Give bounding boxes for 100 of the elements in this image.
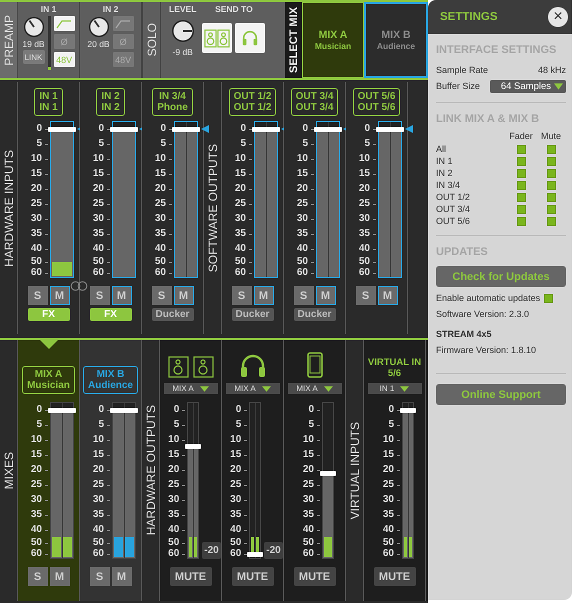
auto-update-checkbox[interactable] — [544, 294, 554, 302]
fader-handle[interactable] — [376, 127, 404, 132]
scale-label: 35 — [289, 226, 316, 241]
fader-handle[interactable] — [48, 408, 76, 413]
fader-link-checkbox[interactable] — [516, 180, 526, 190]
ducker-button[interactable]: Ducker — [294, 308, 336, 321]
send-to-button[interactable] — [235, 23, 266, 53]
fx-button[interactable]: FX — [90, 308, 132, 321]
fader-link-checkbox[interactable] — [516, 192, 526, 202]
fader-handle[interactable] — [185, 444, 202, 449]
scale-label: 0 — [147, 121, 174, 136]
mute-button[interactable]: M — [112, 286, 132, 305]
scale-label: 20 — [160, 462, 188, 477]
source-dropdown[interactable]: MIX A — [288, 383, 342, 394]
mute-button[interactable]: M — [112, 567, 132, 586]
mute-button[interactable]: M — [174, 286, 194, 305]
mute-button[interactable]: M — [50, 286, 70, 305]
scale-label: 40 — [147, 241, 174, 256]
scale-label: 50 — [351, 256, 378, 267]
high-pass-button[interactable] — [54, 16, 75, 31]
mute-button[interactable]: MUTE — [170, 567, 212, 586]
mute-link-checkbox[interactable] — [546, 168, 556, 178]
mute-button[interactable]: MUTE — [374, 567, 416, 586]
check-updates-button[interactable]: Check for Updates — [436, 266, 566, 287]
mix-tab[interactable]: MIX B Audience — [364, 2, 428, 78]
gain-knob-icon[interactable] — [22, 16, 44, 38]
mute-link-checkbox[interactable] — [546, 156, 556, 166]
fader-handle[interactable] — [172, 127, 200, 132]
online-support-button[interactable]: Online Support — [436, 384, 566, 405]
ducker-button[interactable]: Ducker — [232, 308, 274, 321]
mute-link-checkbox[interactable] — [546, 216, 556, 226]
solo-button[interactable]: S — [90, 286, 110, 305]
mix-strip[interactable]: MIX B Audience 0 5 10 15 20 25 30 35 40 50 60 S M — [80, 340, 142, 601]
level-knob-icon[interactable] — [170, 19, 195, 43]
fader-handle[interactable] — [314, 127, 342, 132]
scale-label: 30 — [375, 492, 402, 507]
scale-label: 40 — [23, 241, 50, 256]
mute-button[interactable]: M — [378, 286, 398, 305]
mix-tab[interactable]: MIX A Musician — [302, 2, 364, 78]
fader-link-checkbox[interactable] — [516, 156, 526, 166]
mix-strip[interactable]: MIX A Musician 0 5 10 15 20 25 30 35 40 50 60 S M — [18, 340, 80, 601]
mute-button[interactable]: M — [50, 567, 70, 586]
source-dropdown[interactable]: MIX A — [164, 383, 218, 394]
source-dropdown[interactable]: MIX A — [226, 383, 280, 394]
ducker-button[interactable]: Ducker — [152, 308, 194, 321]
link-button[interactable]: LINK — [22, 50, 44, 64]
phantom-power-button[interactable]: 48V — [54, 52, 75, 67]
mute-button[interactable]: M — [316, 286, 336, 305]
scale-label: 50 — [160, 537, 188, 548]
solo-button[interactable]: S — [28, 286, 48, 305]
scale-label: 50 — [227, 256, 254, 267]
fx-button[interactable]: FX — [28, 308, 70, 321]
scale-label: 60 — [295, 548, 322, 559]
scale-label: 0 — [85, 121, 112, 136]
buffer-size-dropdown[interactable]: 64 Samples — [490, 80, 566, 92]
close-button[interactable]: × — [548, 7, 568, 27]
fader-handle[interactable] — [48, 127, 76, 132]
solo-button[interactable]: S — [28, 567, 48, 586]
fader-handle[interactable] — [252, 127, 280, 132]
solo-button[interactable]: S — [356, 286, 376, 305]
solo-button[interactable]: S — [294, 286, 314, 305]
mute-link-checkbox[interactable] — [546, 192, 556, 202]
scale-label: 0 — [295, 402, 322, 417]
fader-handle[interactable] — [320, 471, 336, 476]
section-label: HARDWARE OUTPUTS — [144, 405, 158, 536]
mute-button[interactable]: MUTE — [232, 567, 274, 586]
fader-link-checkbox[interactable] — [516, 204, 526, 214]
fader-link-checkbox[interactable] — [516, 168, 526, 178]
scale-label: 15 — [351, 166, 378, 181]
scale-label: 30 — [351, 211, 378, 226]
scale-label: 5 — [227, 136, 254, 151]
source-dropdown[interactable]: IN 1 — [368, 383, 422, 394]
scale-label: 15 — [85, 447, 112, 462]
mute-link-checkbox[interactable] — [546, 144, 556, 154]
solo-button[interactable]: S — [232, 286, 252, 305]
fader-link-checkbox[interactable] — [516, 144, 526, 154]
send-to-button[interactable] — [202, 23, 232, 53]
solo-button[interactable]: S — [152, 286, 172, 305]
mute-link-checkbox[interactable] — [546, 204, 556, 214]
mute-button[interactable]: M — [254, 286, 274, 305]
scale-label: 30 — [147, 211, 174, 226]
mute-button[interactable]: MUTE — [294, 567, 336, 586]
caret-icon — [554, 82, 563, 90]
mute-link-checkbox[interactable] — [546, 180, 556, 190]
scale-label: 60 — [375, 548, 402, 559]
fader-handle[interactable] — [110, 408, 138, 413]
channel-title: IN 1 — [40, 4, 56, 14]
channel-title: IN 2 — [102, 4, 118, 14]
auto-update-label: Enable automatic updates — [436, 293, 540, 303]
scale-label: 20 — [222, 462, 250, 477]
fader-link-checkbox[interactable] — [516, 216, 526, 226]
fader-handle[interactable] — [247, 552, 264, 557]
solo-button[interactable]: S — [90, 567, 110, 586]
firmware-version: Firmware Version: 1.8.10 — [436, 345, 538, 355]
fader-handle[interactable] — [110, 127, 138, 132]
gain-knob-icon[interactable] — [88, 16, 110, 38]
fader-handle[interactable] — [400, 408, 416, 413]
scale-label: 35 — [160, 507, 188, 522]
scale-label: 15 — [23, 166, 50, 181]
software-version: Software Version: 2.3.0 — [436, 309, 530, 319]
